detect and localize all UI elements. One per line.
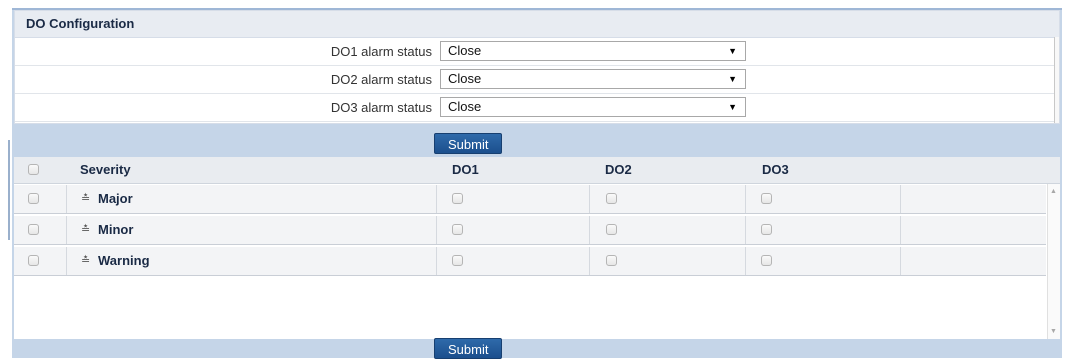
scroll-up-icon[interactable]: ▲: [1050, 188, 1057, 195]
do2-status-select[interactable]: Close ▼: [440, 69, 746, 89]
do1-checkbox[interactable]: [452, 255, 463, 266]
double-chevron-down-icon[interactable]: ≛: [81, 185, 90, 213]
table-body: ≛ Major ≛ Minor ≛ Warning: [14, 184, 1046, 339]
table-scrollbar[interactable]: ▲ ▼: [1047, 184, 1060, 339]
do1-status-select[interactable]: Close ▼: [440, 41, 746, 61]
do3-checkbox[interactable]: [761, 224, 772, 235]
do3-status-select[interactable]: Close ▼: [440, 97, 746, 117]
severity-label: Major: [98, 191, 133, 206]
do3-header[interactable]: DO3: [762, 157, 789, 183]
do2-checkbox[interactable]: [606, 255, 617, 266]
page: DO Configuration DO1 alarm status Close …: [0, 0, 1066, 359]
do3-row: DO3 alarm status Close ▼: [15, 94, 1059, 122]
config-submit-button[interactable]: Submit: [434, 133, 503, 154]
do1-selected-value: Close: [448, 43, 482, 58]
do3-selected-value: Close: [448, 99, 482, 114]
table-row: ≛ Minor: [14, 215, 1046, 245]
severity-label: Warning: [98, 253, 150, 268]
do1-checkbox[interactable]: [452, 193, 463, 204]
do1-row: DO1 alarm status Close ▼: [15, 38, 1059, 66]
table-row: ≛ Warning: [14, 246, 1046, 276]
do3-label: DO3 alarm status: [330, 100, 432, 115]
do3-checkbox[interactable]: [761, 193, 772, 204]
do2-row: DO2 alarm status Close ▼: [15, 66, 1059, 94]
select-all-checkbox[interactable]: [28, 164, 39, 175]
row-checkbox[interactable]: [28, 193, 39, 204]
row-checkbox[interactable]: [28, 224, 39, 235]
double-chevron-down-icon[interactable]: ≛: [81, 216, 90, 244]
do2-checkbox[interactable]: [606, 193, 617, 204]
do1-checkbox[interactable]: [452, 224, 463, 235]
dropdown-arrow-icon: ▼: [728, 74, 737, 84]
dropdown-arrow-icon: ▼: [728, 46, 737, 56]
double-chevron-down-icon[interactable]: ≛: [81, 247, 90, 275]
severity-table: Severity DO1 DO2 DO3 ≛ Major ≛ Minor ≛ W…: [14, 157, 1060, 339]
panel-title: DO Configuration: [15, 11, 1059, 38]
dropdown-arrow-icon: ▼: [728, 102, 737, 112]
do2-header[interactable]: DO2: [605, 157, 632, 183]
do2-label: DO2 alarm status: [330, 72, 432, 87]
severity-label: Minor: [98, 222, 134, 237]
table-header: Severity DO1 DO2 DO3: [14, 157, 1060, 184]
row-checkbox[interactable]: [28, 255, 39, 266]
table-row: ≛ Major: [14, 184, 1046, 214]
do2-selected-value: Close: [448, 71, 482, 86]
do2-checkbox[interactable]: [606, 224, 617, 235]
do1-header[interactable]: DO1: [452, 157, 479, 183]
severity-header[interactable]: Severity: [80, 157, 131, 183]
config-scrollbar[interactable]: [1054, 37, 1059, 123]
scroll-down-icon[interactable]: ▼: [1050, 328, 1057, 335]
do1-label: DO1 alarm status: [330, 44, 432, 59]
do3-checkbox[interactable]: [761, 255, 772, 266]
do-configuration-panel: DO Configuration DO1 alarm status Close …: [14, 10, 1060, 124]
